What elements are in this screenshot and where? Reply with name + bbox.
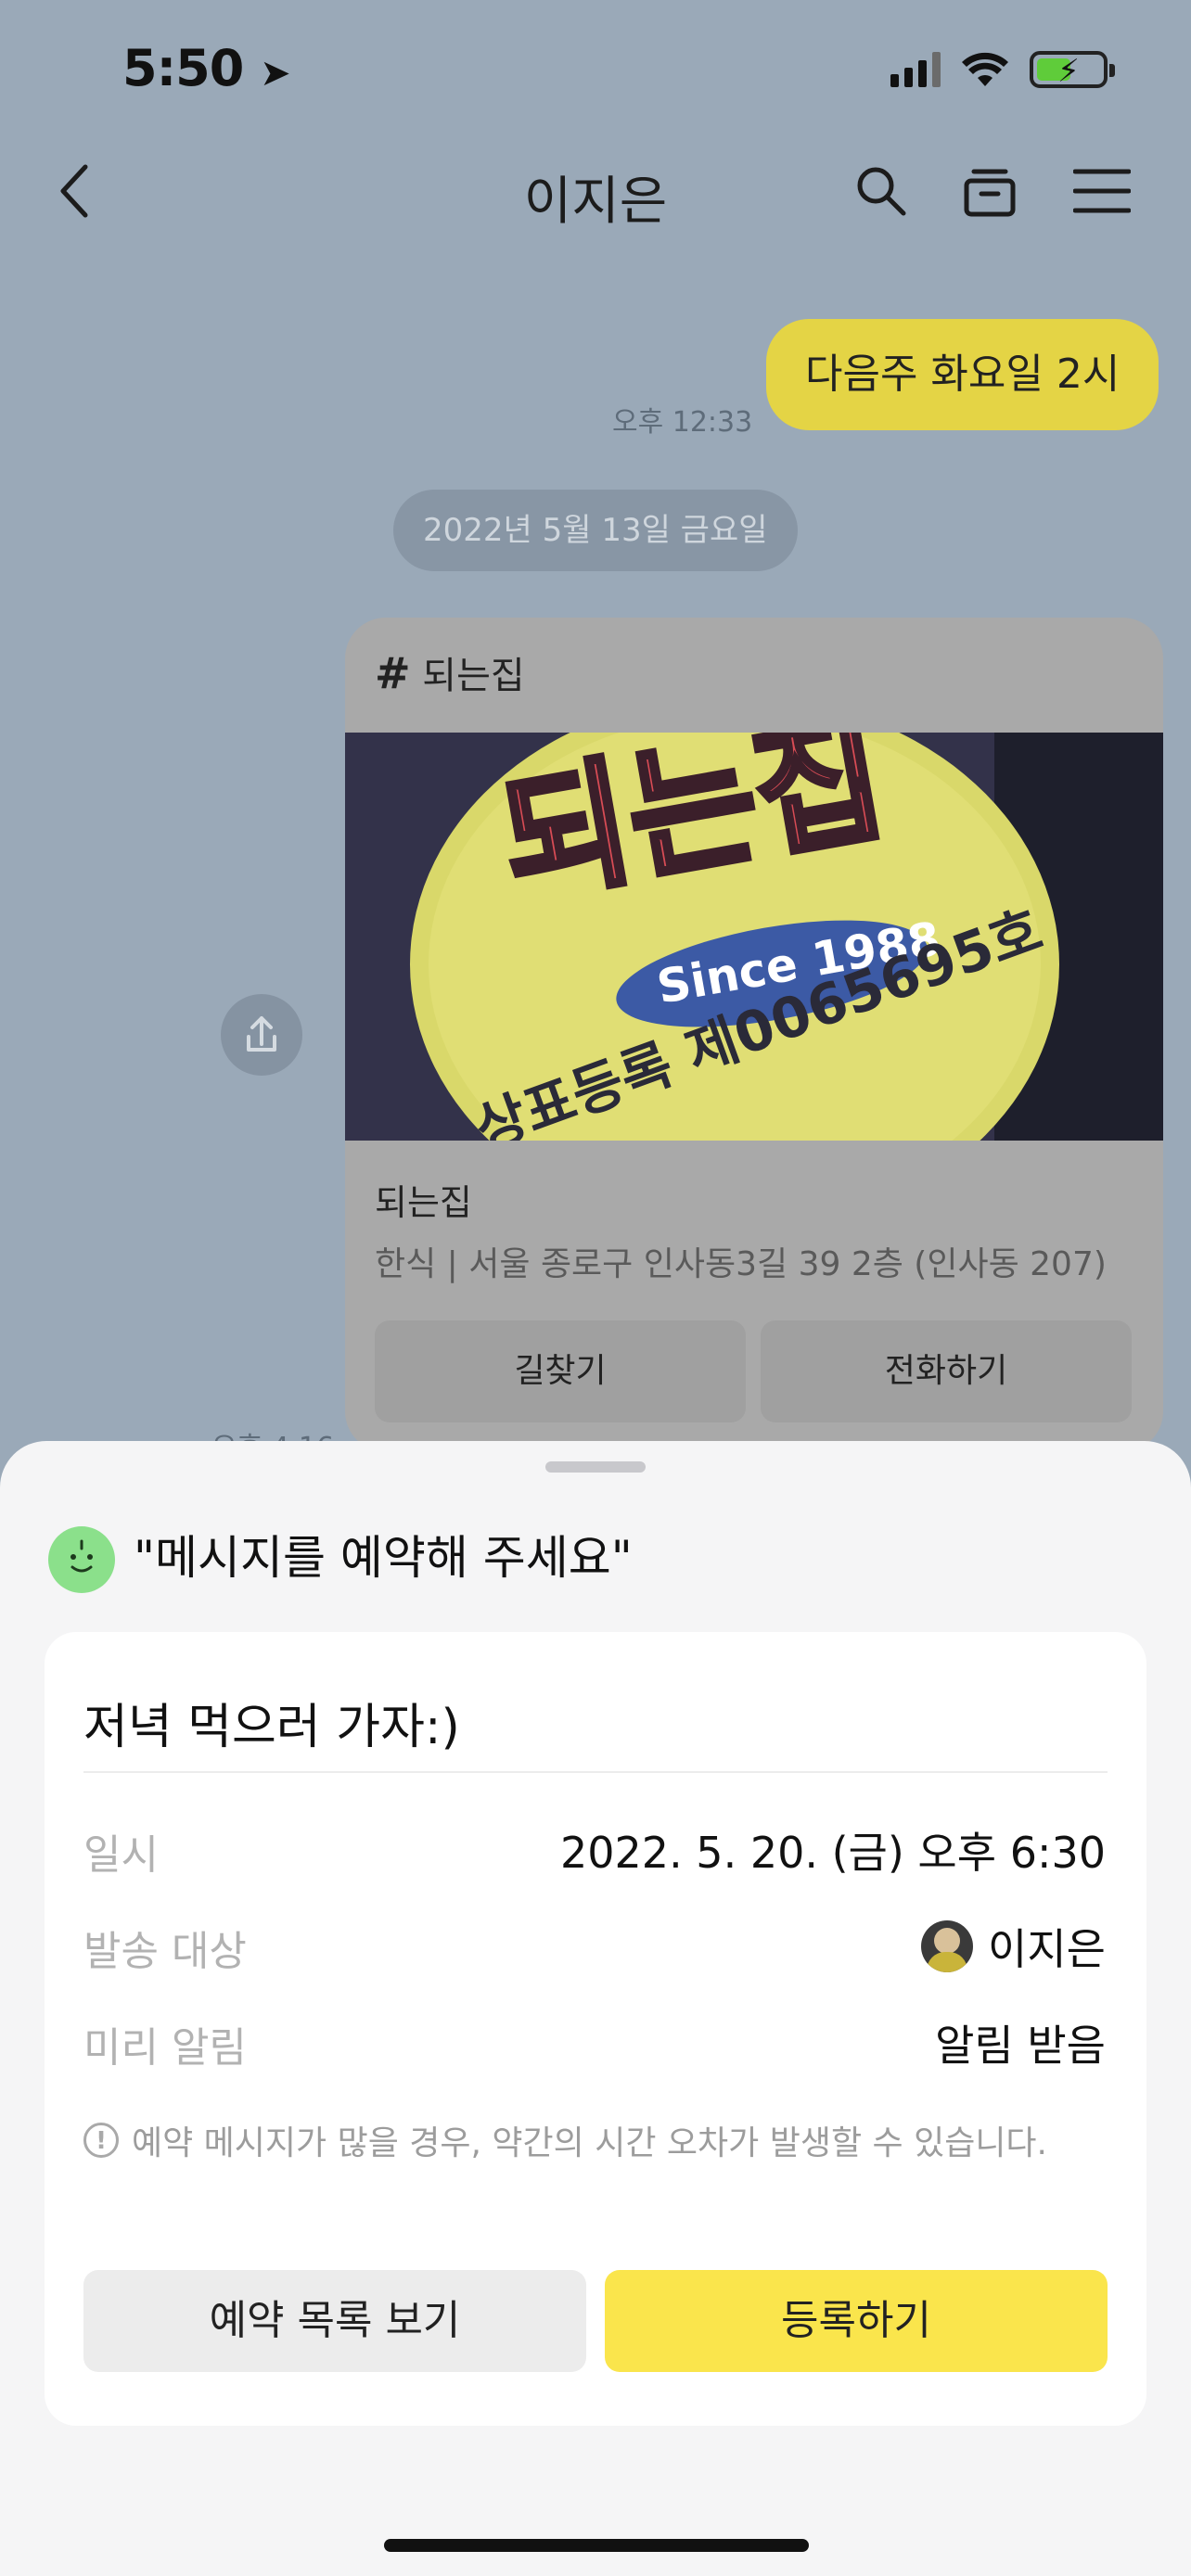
wifi-icon xyxy=(962,52,1008,86)
divider xyxy=(83,1771,1108,1773)
sheet-title: "메시지를 예약해 주세요" xyxy=(134,1531,633,1585)
chat-drawer-button[interactable] xyxy=(957,158,1022,224)
recipient-avatar xyxy=(921,1920,974,1972)
location-arrow-icon: ➤ xyxy=(260,52,291,95)
datetime-label: 일시 xyxy=(83,1831,159,1879)
menu-button[interactable] xyxy=(1069,158,1135,224)
notice-text: 예약 메시지가 많을 경우, 약간의 시간 오차가 발생할 수 있습니다. xyxy=(132,2124,1047,2162)
home-indicator[interactable] xyxy=(384,2539,809,2552)
cellular-signal-icon xyxy=(890,52,941,87)
place-name: 되는집 xyxy=(375,1182,472,1223)
message-time: 오후 12:33 xyxy=(612,406,753,439)
sheet-drag-handle[interactable] xyxy=(545,1461,646,1473)
directions-button[interactable]: 길찾기 xyxy=(375,1320,746,1422)
place-description: 한식 | 서울 종로구 인사동3길 39 2층 (인사동 207) xyxy=(375,1245,1107,1283)
view-schedule-list-button[interactable]: 예약 목록 보기 xyxy=(83,2270,586,2372)
card-hashtag: # 되는집 xyxy=(375,648,525,698)
time-notice: ! 예약 메시지가 많을 경우, 약간의 시간 오차가 발생할 수 있습니다. xyxy=(83,2116,1047,2164)
hashtag-icon: # xyxy=(375,648,411,698)
reminder-label: 미리 알림 xyxy=(83,2024,247,2072)
reminder-value[interactable]: 알림 받음 xyxy=(935,2012,1106,2073)
datetime-value[interactable]: 2022. 5. 20. (금) 오후 6:30 xyxy=(560,1819,1106,1881)
search-icon xyxy=(857,167,906,216)
drawer-icon xyxy=(964,169,1016,217)
recipient-value[interactable]: 이지은 xyxy=(921,1916,1106,1977)
restaurant-photo: 되는집 Since 1988 상표등록 제0065695호 xyxy=(345,733,1163,1141)
place-card[interactable]: # 되는집 되는집 Since 1988 상표등록 제0065695호 되는집 … xyxy=(345,618,1163,1452)
recipient-label: 발송 대상 xyxy=(83,1928,247,1975)
recipient-name: 이지은 xyxy=(988,1924,1106,1974)
share-icon xyxy=(247,1016,276,1052)
scheduled-message-text[interactable]: 저녁 먹으러 가자:) xyxy=(83,1688,460,1757)
status-time: 5:50 ➤ xyxy=(122,39,291,97)
battery-icon: ⚡ xyxy=(1030,51,1115,90)
status-icons: ⚡ xyxy=(890,48,1115,91)
share-button[interactable] xyxy=(221,994,302,1076)
call-button[interactable]: 전화하기 xyxy=(761,1320,1132,1422)
info-exclamation-icon: ! xyxy=(83,2123,119,2158)
hamburger-menu-icon xyxy=(1073,169,1131,213)
register-button[interactable]: 등록하기 xyxy=(605,2270,1108,2372)
bot-avatar-icon xyxy=(48,1526,115,1593)
date-divider: 2022년 5월 13일 금요일 xyxy=(393,490,798,571)
search-button[interactable] xyxy=(850,158,913,224)
my-message-bubble[interactable]: 다음주 화요일 2시 xyxy=(766,319,1159,430)
